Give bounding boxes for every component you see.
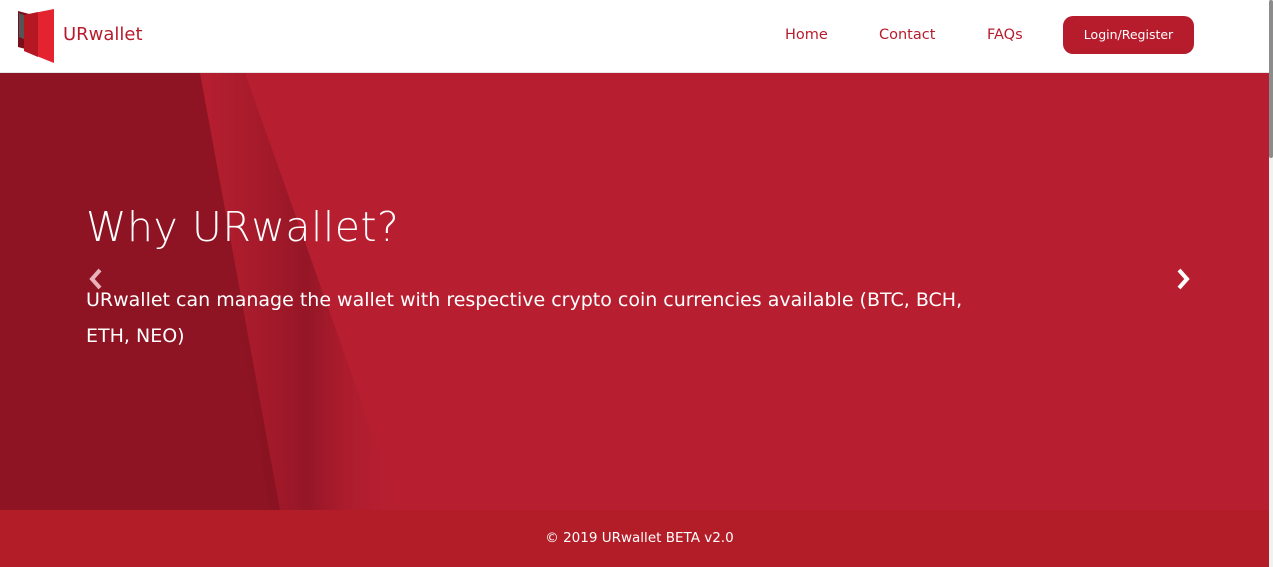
hero-description: URwallet can manage the wallet with resp…: [86, 289, 963, 347]
hero-carousel: Why URwallet? URwallet can manage the wa…: [0, 73, 1269, 510]
footer: © 2019 URwallet BETA v2.0: [0, 510, 1269, 567]
scrollbar-thumb[interactable]: [1269, 0, 1273, 158]
login-register-button[interactable]: Login/Register: [1063, 16, 1194, 54]
brand-name[interactable]: URwallet: [63, 24, 143, 46]
urwallet-logo-icon[interactable]: [18, 9, 56, 63]
page: URwallet Home Contact FAQs Login/Registe…: [0, 0, 1273, 567]
page-scrollbar[interactable]: [1269, 0, 1273, 567]
nav-contact-link[interactable]: Contact: [879, 26, 935, 44]
top-navbar: URwallet Home Contact FAQs Login/Registe…: [0, 0, 1269, 73]
hero-title: Why URwallet?: [86, 203, 400, 251]
footer-copyright: © 2019 URwallet BETA v2.0: [545, 530, 734, 546]
nav-faqs-link[interactable]: FAQs: [987, 26, 1023, 44]
chevron-right-icon[interactable]: [1172, 266, 1196, 292]
nav-home-link[interactable]: Home: [785, 26, 828, 44]
